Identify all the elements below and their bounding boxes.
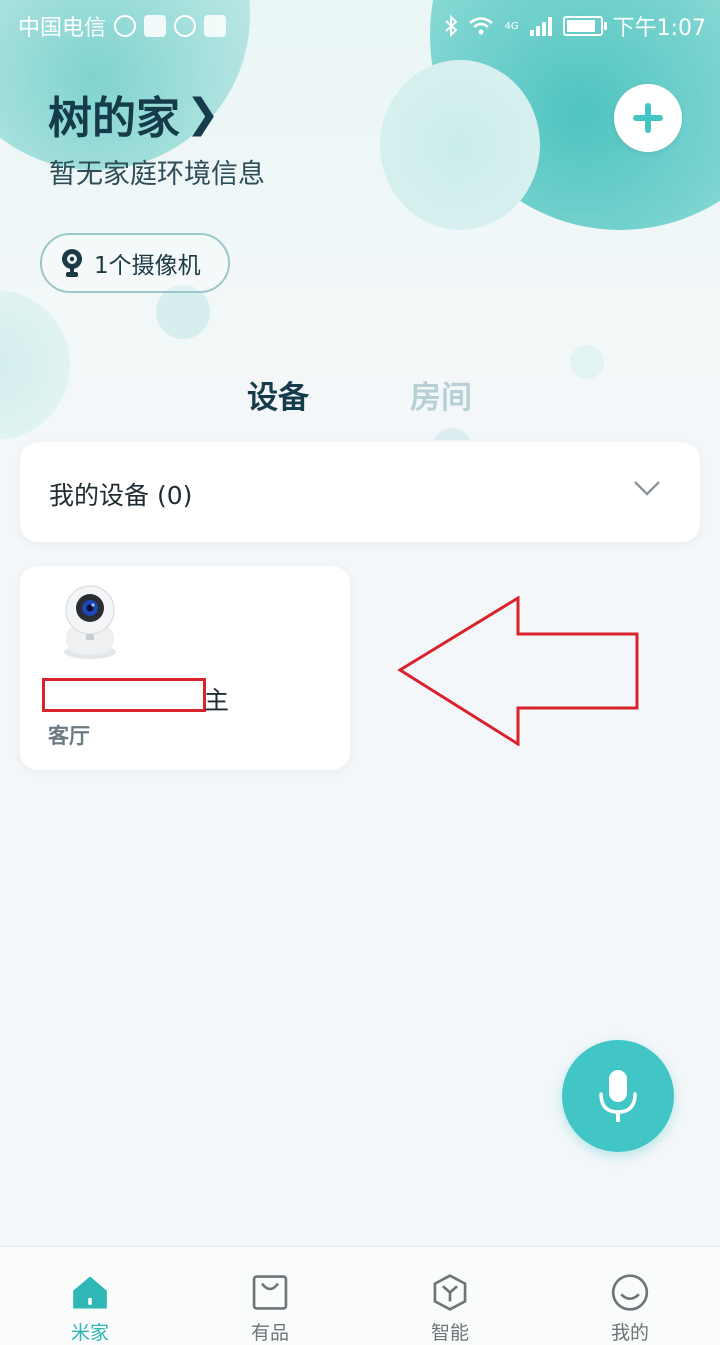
plus-icon <box>633 103 663 133</box>
home-environment-info: 暂无家庭环境信息 <box>49 159 265 190</box>
notification-icon <box>114 15 137 37</box>
wifi-icon <box>469 17 494 35</box>
decor-bubble <box>380 60 540 230</box>
device-card[interactable]: 主 客厅 <box>20 566 350 770</box>
nav-shop-label: 有品 <box>250 1322 289 1344</box>
decor-bubble <box>156 285 210 339</box>
security-camera-icon <box>64 585 116 659</box>
camera-count-label: 1个摄像机 <box>94 253 201 279</box>
map-icon <box>204 15 227 37</box>
device-name-redaction <box>42 678 206 712</box>
bluetooth-icon <box>445 15 458 37</box>
microphone-icon <box>599 1070 637 1122</box>
nav-home-label: 米家 <box>70 1322 109 1344</box>
my-devices-dropdown[interactable]: 我的设备 (0) <box>20 442 700 542</box>
nav-home[interactable]: 米家 <box>30 1247 150 1345</box>
voice-assistant-button[interactable] <box>562 1040 674 1152</box>
tab-devices[interactable]: 设备 <box>247 372 309 417</box>
chevron-right-icon: ❯ <box>186 91 220 137</box>
settings-icon <box>174 15 197 37</box>
carrier-label: 中国电信 <box>18 16 107 41</box>
chevron-down-icon <box>634 481 660 496</box>
tab-rooms[interactable]: 房间 <box>410 372 472 417</box>
signal-icon <box>529 17 552 36</box>
add-device-button[interactable] <box>614 84 682 152</box>
device-name: 主 <box>204 686 230 715</box>
cube-icon <box>433 1274 467 1311</box>
nav-me[interactable]: 我的 <box>570 1247 690 1345</box>
home-selector[interactable]: 树的家 ❯ <box>48 82 220 146</box>
status-bar: 中国电信 4G 下午1:07 <box>0 0 720 50</box>
nav-smart[interactable]: 智能 <box>390 1247 510 1345</box>
home-name: 树的家 <box>48 93 180 144</box>
camera-icon <box>62 249 82 277</box>
app-icon <box>144 15 167 37</box>
bottom-navigation: 米家 有品 智能 我的 <box>0 1246 720 1345</box>
annotation-arrow <box>397 596 639 746</box>
nav-me-label: 我的 <box>610 1322 649 1344</box>
device-room: 客厅 <box>48 724 90 748</box>
my-devices-label: 我的设备 (0) <box>49 481 193 510</box>
network-type: 4G <box>504 20 519 32</box>
smiley-icon <box>611 1274 649 1311</box>
battery-icon <box>562 16 607 36</box>
nav-shop[interactable]: 有品 <box>210 1247 330 1345</box>
clock: 下午1:07 <box>612 16 706 41</box>
decor-bubble <box>432 428 472 440</box>
home-icon <box>73 1276 107 1309</box>
view-tabs: 设备 房间 <box>0 372 720 422</box>
shopping-bag-icon <box>252 1275 288 1310</box>
nav-smart-label: 智能 <box>430 1322 469 1344</box>
camera-count-pill[interactable]: 1个摄像机 <box>40 233 230 293</box>
